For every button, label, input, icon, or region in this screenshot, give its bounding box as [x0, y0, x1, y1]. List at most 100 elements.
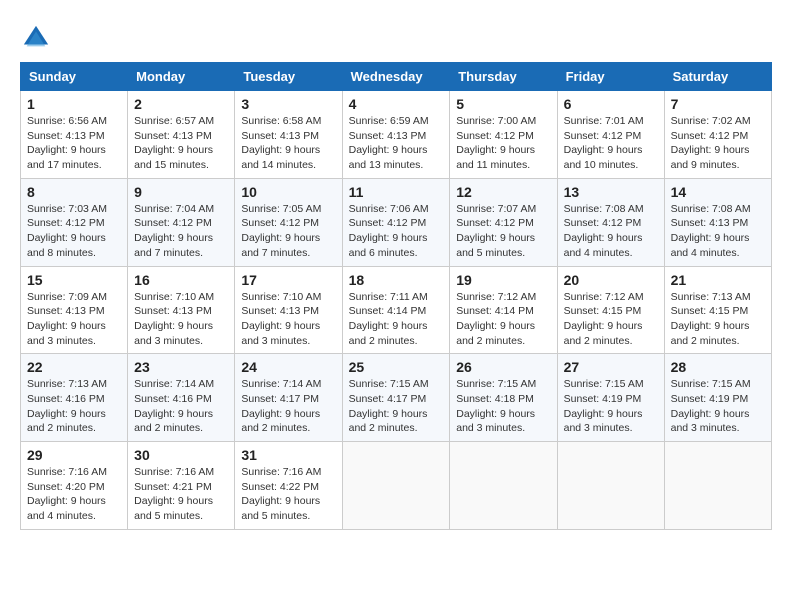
calendar-cell: 18 Sunrise: 7:11 AMSunset: 4:14 PMDayligh…	[342, 266, 450, 354]
day-info: Sunrise: 7:08 AMSunset: 4:12 PMDaylight:…	[564, 202, 658, 261]
day-number: 3	[241, 96, 335, 112]
day-info: Sunrise: 7:06 AMSunset: 4:12 PMDaylight:…	[349, 202, 444, 261]
calendar-week-3: 22 Sunrise: 7:13 AMSunset: 4:16 PMDayligh…	[21, 354, 772, 442]
day-number: 25	[349, 359, 444, 375]
calendar-cell: 3 Sunrise: 6:58 AMSunset: 4:13 PMDaylight…	[235, 91, 342, 179]
day-info: Sunrise: 6:59 AMSunset: 4:13 PMDaylight:…	[349, 114, 444, 173]
calendar-cell: 30 Sunrise: 7:16 AMSunset: 4:21 PMDayligh…	[128, 442, 235, 530]
day-info: Sunrise: 7:07 AMSunset: 4:12 PMDaylight:…	[456, 202, 550, 261]
day-info: Sunrise: 7:14 AMSunset: 4:16 PMDaylight:…	[134, 377, 228, 436]
calendar-cell: 8Sunrise: 7:03 AMSunset: 4:12 PMDaylight…	[21, 178, 128, 266]
calendar-cell	[342, 442, 450, 530]
day-info: Sunrise: 7:15 AMSunset: 4:19 PMDaylight:…	[671, 377, 765, 436]
day-number: 6	[564, 96, 658, 112]
day-number: 12	[456, 184, 550, 200]
calendar-cell: 7 Sunrise: 7:02 AMSunset: 4:12 PMDaylight…	[664, 91, 771, 179]
day-info: Sunrise: 6:56 AMSunset: 4:13 PMDaylight:…	[27, 114, 121, 173]
calendar-table: SundayMondayTuesdayWednesdayThursdayFrid…	[20, 62, 772, 530]
day-info: Sunrise: 6:58 AMSunset: 4:13 PMDaylight:…	[241, 114, 335, 173]
day-info: Sunrise: 7:03 AMSunset: 4:12 PMDaylight:…	[27, 202, 121, 261]
calendar-cell: 28 Sunrise: 7:15 AMSunset: 4:19 PMDayligh…	[664, 354, 771, 442]
weekday-header-saturday: Saturday	[664, 63, 771, 91]
weekday-header-wednesday: Wednesday	[342, 63, 450, 91]
calendar-cell	[664, 442, 771, 530]
day-number: 14	[671, 184, 765, 200]
calendar-cell: 25 Sunrise: 7:15 AMSunset: 4:17 PMDayligh…	[342, 354, 450, 442]
day-number: 30	[134, 447, 228, 463]
calendar-cell: 24Sunrise: 7:14 AMSunset: 4:17 PMDayligh…	[235, 354, 342, 442]
day-number: 23	[134, 359, 228, 375]
calendar-week-0: 1 Sunrise: 6:56 AMSunset: 4:13 PMDaylight…	[21, 91, 772, 179]
day-info: Sunrise: 7:10 AMSunset: 4:13 PMDaylight:…	[241, 290, 335, 349]
day-number: 5	[456, 96, 550, 112]
day-info: Sunrise: 7:13 AMSunset: 4:15 PMDaylight:…	[671, 290, 765, 349]
calendar-cell: 29Sunrise: 7:16 AMSunset: 4:20 PMDayligh…	[21, 442, 128, 530]
calendar-cell: 11 Sunrise: 7:06 AMSunset: 4:12 PMDayligh…	[342, 178, 450, 266]
weekday-header-monday: Monday	[128, 63, 235, 91]
day-info: Sunrise: 7:11 AMSunset: 4:14 PMDaylight:…	[349, 290, 444, 349]
calendar-cell: 13Sunrise: 7:08 AMSunset: 4:12 PMDayligh…	[557, 178, 664, 266]
calendar-cell: 26 Sunrise: 7:15 AMSunset: 4:18 PMDayligh…	[450, 354, 557, 442]
day-info: Sunrise: 7:05 AMSunset: 4:12 PMDaylight:…	[241, 202, 335, 261]
calendar-body: 1 Sunrise: 6:56 AMSunset: 4:13 PMDaylight…	[21, 91, 772, 530]
calendar-cell: 14 Sunrise: 7:08 AMSunset: 4:13 PMDayligh…	[664, 178, 771, 266]
calendar-cell: 27Sunrise: 7:15 AMSunset: 4:19 PMDayligh…	[557, 354, 664, 442]
calendar-cell	[557, 442, 664, 530]
day-number: 29	[27, 447, 121, 463]
day-number: 9	[134, 184, 228, 200]
day-number: 15	[27, 272, 121, 288]
day-info: Sunrise: 7:16 AMSunset: 4:21 PMDaylight:…	[134, 465, 228, 524]
calendar-week-1: 8Sunrise: 7:03 AMSunset: 4:12 PMDaylight…	[21, 178, 772, 266]
day-number: 2	[134, 96, 228, 112]
logo-icon	[22, 24, 50, 52]
day-number: 1	[27, 96, 121, 112]
calendar-cell: 6 Sunrise: 7:01 AMSunset: 4:12 PMDaylight…	[557, 91, 664, 179]
day-info: Sunrise: 7:00 AMSunset: 4:12 PMDaylight:…	[456, 114, 550, 173]
calendar-cell: 22 Sunrise: 7:13 AMSunset: 4:16 PMDayligh…	[21, 354, 128, 442]
day-number: 28	[671, 359, 765, 375]
day-info: Sunrise: 7:15 AMSunset: 4:18 PMDaylight:…	[456, 377, 550, 436]
calendar-cell: 31 Sunrise: 7:16 AMSunset: 4:22 PMDayligh…	[235, 442, 342, 530]
day-number: 22	[27, 359, 121, 375]
calendar-cell: 5 Sunrise: 7:00 AMSunset: 4:12 PMDaylight…	[450, 91, 557, 179]
weekday-header-friday: Friday	[557, 63, 664, 91]
day-info: Sunrise: 7:04 AMSunset: 4:12 PMDaylight:…	[134, 202, 228, 261]
day-number: 7	[671, 96, 765, 112]
calendar-week-4: 29Sunrise: 7:16 AMSunset: 4:20 PMDayligh…	[21, 442, 772, 530]
calendar-cell: 20Sunrise: 7:12 AMSunset: 4:15 PMDayligh…	[557, 266, 664, 354]
day-info: Sunrise: 7:02 AMSunset: 4:12 PMDaylight:…	[671, 114, 765, 173]
day-number: 26	[456, 359, 550, 375]
day-number: 4	[349, 96, 444, 112]
day-info: Sunrise: 7:12 AMSunset: 4:14 PMDaylight:…	[456, 290, 550, 349]
day-info: Sunrise: 7:15 AMSunset: 4:17 PMDaylight:…	[349, 377, 444, 436]
day-info: Sunrise: 7:16 AMSunset: 4:22 PMDaylight:…	[241, 465, 335, 524]
day-number: 21	[671, 272, 765, 288]
calendar-cell: 15 Sunrise: 7:09 AMSunset: 4:13 PMDayligh…	[21, 266, 128, 354]
day-number: 16	[134, 272, 228, 288]
day-info: Sunrise: 7:13 AMSunset: 4:16 PMDaylight:…	[27, 377, 121, 436]
day-info: Sunrise: 7:10 AMSunset: 4:13 PMDaylight:…	[134, 290, 228, 349]
day-number: 17	[241, 272, 335, 288]
calendar-cell: 17 Sunrise: 7:10 AMSunset: 4:13 PMDayligh…	[235, 266, 342, 354]
day-number: 27	[564, 359, 658, 375]
day-number: 24	[241, 359, 335, 375]
day-number: 11	[349, 184, 444, 200]
day-info: Sunrise: 7:01 AMSunset: 4:12 PMDaylight:…	[564, 114, 658, 173]
calendar-header-row: SundayMondayTuesdayWednesdayThursdayFrid…	[21, 63, 772, 91]
weekday-header-tuesday: Tuesday	[235, 63, 342, 91]
calendar-cell: 4 Sunrise: 6:59 AMSunset: 4:13 PMDaylight…	[342, 91, 450, 179]
day-number: 18	[349, 272, 444, 288]
calendar-cell: 16 Sunrise: 7:10 AMSunset: 4:13 PMDayligh…	[128, 266, 235, 354]
header	[20, 20, 772, 52]
calendar-cell: 19Sunrise: 7:12 AMSunset: 4:14 PMDayligh…	[450, 266, 557, 354]
calendar-cell: 2 Sunrise: 6:57 AMSunset: 4:13 PMDaylight…	[128, 91, 235, 179]
logo	[20, 24, 50, 52]
calendar-cell: 1 Sunrise: 6:56 AMSunset: 4:13 PMDaylight…	[21, 91, 128, 179]
day-info: Sunrise: 6:57 AMSunset: 4:13 PMDaylight:…	[134, 114, 228, 173]
day-number: 31	[241, 447, 335, 463]
weekday-header-sunday: Sunday	[21, 63, 128, 91]
calendar-cell: 21 Sunrise: 7:13 AMSunset: 4:15 PMDayligh…	[664, 266, 771, 354]
day-info: Sunrise: 7:09 AMSunset: 4:13 PMDaylight:…	[27, 290, 121, 349]
day-number: 10	[241, 184, 335, 200]
day-info: Sunrise: 7:08 AMSunset: 4:13 PMDaylight:…	[671, 202, 765, 261]
